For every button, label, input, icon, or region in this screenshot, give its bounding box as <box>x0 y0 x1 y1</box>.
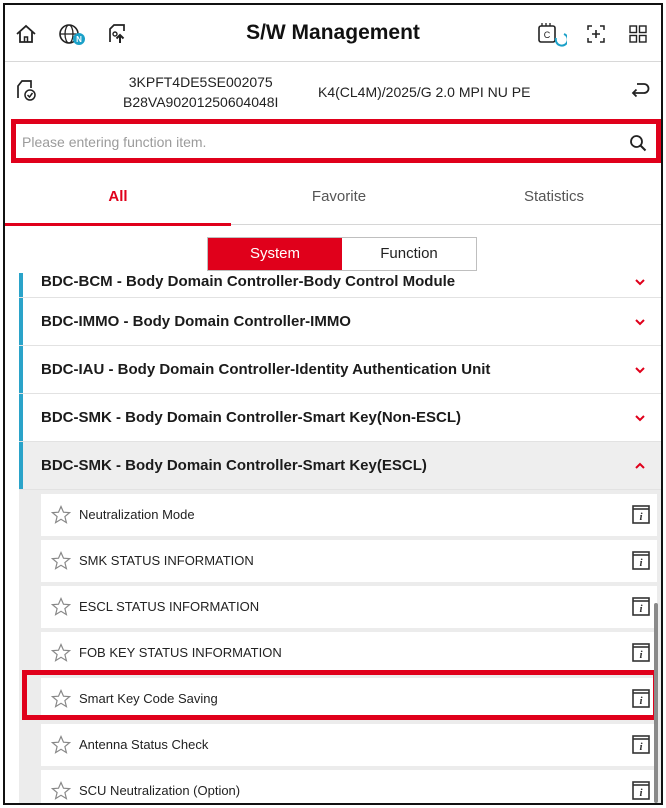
svg-text:i: i <box>639 695 643 707</box>
tab-bar: All Favorite Statistics <box>5 169 661 226</box>
item-label: ESCL STATUS INFORMATION <box>79 599 260 614</box>
group-bar <box>19 298 23 345</box>
info-icon[interactable]: i <box>631 596 651 617</box>
list-item[interactable]: FOB KEY STATUS INFORMATION i <box>41 632 657 674</box>
info-icon[interactable]: i <box>631 688 651 709</box>
item-label: FOB KEY STATUS INFORMATION <box>79 645 282 660</box>
group-bdc-bcm[interactable]: BDC-BCM - Body Domain Controller-Body Co… <box>19 273 661 298</box>
top-bar: N S/W Management C <box>5 5 661 61</box>
svg-text:i: i <box>639 649 643 661</box>
vehicle-connected-icon <box>11 75 41 105</box>
svg-text:i: i <box>639 557 643 569</box>
item-label: SCU Neutralization (Option) <box>79 783 241 798</box>
item-label: SMK STATUS INFORMATION <box>79 553 254 568</box>
favorite-star-icon[interactable] <box>51 689 71 709</box>
scrollbar[interactable] <box>654 603 658 803</box>
chevron-down-icon <box>635 319 645 326</box>
system-toggle-button[interactable]: System <box>208 238 342 270</box>
system-list: BDC-BCM - Body Domain Controller-Body Co… <box>5 273 661 803</box>
list-item[interactable]: SCU Neutralization (Option) i <box>41 770 657 803</box>
favorite-star-icon[interactable] <box>51 551 71 571</box>
svg-text:C: C <box>544 30 551 40</box>
svg-text:i: i <box>639 603 643 615</box>
info-icon[interactable]: i <box>631 734 651 755</box>
chevron-down-icon <box>635 367 645 374</box>
group-bar <box>19 273 23 297</box>
group-label: BDC-IMMO - Body Domain Controller-IMMO <box>41 313 351 330</box>
info-icon[interactable]: i <box>631 550 651 571</box>
group-bdc-iau[interactable]: BDC-IAU - Body Domain Controller-Identit… <box>19 346 661 394</box>
chevron-down-icon <box>635 279 645 286</box>
search-input[interactable] <box>22 130 612 154</box>
vehicle-model: K4(CL4M)/2025/G 2.0 MPI NU PE <box>318 84 531 100</box>
info-icon[interactable]: i <box>631 642 651 663</box>
vehicle-info-bar: 3KPFT4DE5SE002075 B28VA90201250604048I K… <box>5 61 661 117</box>
group-bar <box>19 346 23 393</box>
favorite-star-icon[interactable] <box>51 735 71 755</box>
item-label: Smart Key Code Saving <box>79 691 218 706</box>
list-item[interactable]: Antenna Status Check i <box>41 724 657 766</box>
chevron-up-icon <box>635 462 645 469</box>
group-label: BDC-SMK - Body Domain Controller-Smart K… <box>41 409 462 426</box>
grid-menu-icon[interactable] <box>623 19 653 49</box>
svg-text:i: i <box>639 741 643 753</box>
group-bar <box>19 442 23 489</box>
function-toggle-button[interactable]: Function <box>342 238 476 270</box>
info-icon[interactable]: i <box>631 504 651 525</box>
app-window: N S/W Management C 3KPFT4DE5SE002075 B28… <box>3 3 663 805</box>
chevron-down-icon <box>635 415 645 422</box>
favorite-star-icon[interactable] <box>51 597 71 617</box>
list-item[interactable]: SMK STATUS INFORMATION i <box>41 540 657 582</box>
list-item[interactable]: Neutralization Mode i <box>41 494 657 536</box>
group-label: BDC-BCM - Body Domain Controller-Body Co… <box>41 273 456 290</box>
function-items: Neutralization Mode i SMK STATUS INFORMA… <box>19 490 661 803</box>
scan-plus-icon[interactable] <box>581 19 611 49</box>
view-toggle: System Function <box>207 237 477 271</box>
item-label: Antenna Status Check <box>79 737 209 752</box>
tab-all[interactable]: All <box>5 169 231 226</box>
tab-statistics[interactable]: Statistics <box>447 169 661 225</box>
favorite-star-icon[interactable] <box>51 643 71 663</box>
svg-text:i: i <box>639 511 643 523</box>
list-item-smart-key-code-saving[interactable]: Smart Key Code Saving i <box>41 678 657 720</box>
item-label: Neutralization Mode <box>79 507 195 522</box>
favorite-star-icon[interactable] <box>51 781 71 801</box>
ecu-sync-icon[interactable]: C <box>537 19 567 49</box>
search-box <box>11 119 661 163</box>
vehicle-vin-block: 3KPFT4DE5SE002075 B28VA90201250604048I <box>123 72 278 112</box>
vehicle-code: B28VA90201250604048I <box>123 94 279 110</box>
vehicle-vin: 3KPFT4DE5SE002075 <box>128 74 273 90</box>
group-bdc-smk-escl[interactable]: BDC-SMK - Body Domain Controller-Smart K… <box>19 442 661 490</box>
group-bdc-smk-non-escl[interactable]: BDC-SMK - Body Domain Controller-Smart K… <box>19 394 661 442</box>
group-bdc-immo[interactable]: BDC-IMMO - Body Domain Controller-IMMO <box>19 298 661 346</box>
list-item[interactable]: ESCL STATUS INFORMATION i <box>41 586 657 628</box>
favorite-star-icon[interactable] <box>51 505 71 525</box>
group-bar <box>19 394 23 441</box>
group-label: BDC-IAU - Body Domain Controller-Identit… <box>41 361 491 378</box>
return-icon[interactable] <box>625 75 655 105</box>
info-icon[interactable]: i <box>631 780 651 801</box>
svg-text:i: i <box>639 787 643 799</box>
group-label: BDC-SMK - Body Domain Controller-Smart K… <box>41 457 427 474</box>
search-icon[interactable] <box>626 131 650 155</box>
tab-favorite[interactable]: Favorite <box>231 169 447 225</box>
